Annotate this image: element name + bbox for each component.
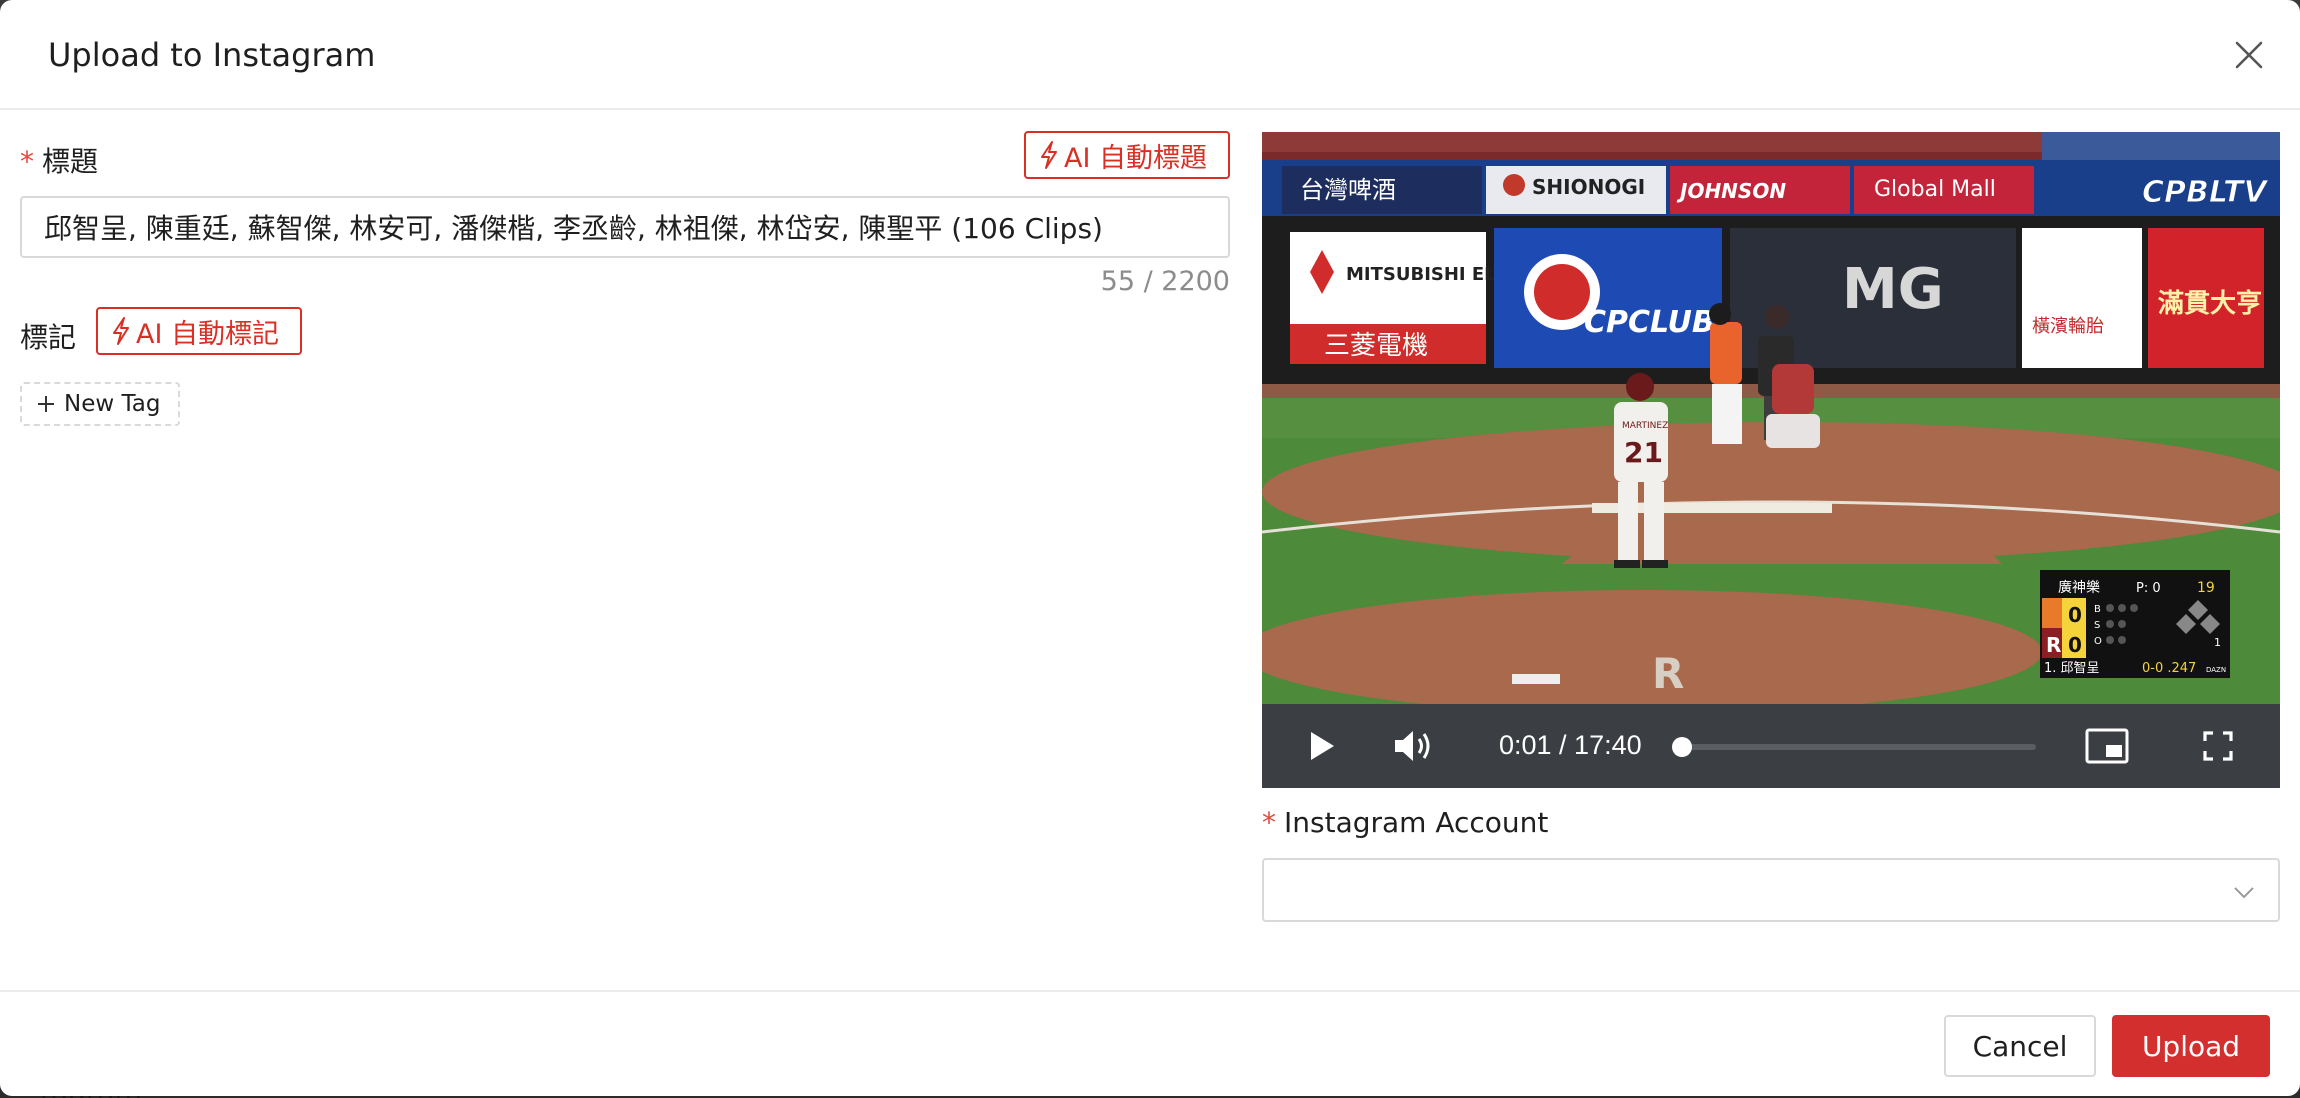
title-char-count: 55 / 2200 (1100, 266, 1230, 297)
required-mark: * (1262, 806, 1276, 839)
title-input[interactable] (20, 196, 1230, 258)
scoreboard-speed: 19 (2197, 580, 2215, 596)
play-icon (1311, 732, 1334, 760)
svg-text:R: R (1652, 649, 1684, 698)
scoreboard-home-abbr: R (2046, 633, 2061, 657)
instagram-account-label-text: Instagram Account (1284, 806, 1549, 839)
ad-johnson: JOHNSON (1676, 179, 1786, 203)
cancel-button[interactable]: Cancel (1944, 1015, 2096, 1077)
scoreboard-pitch-count: P: 0 (2136, 581, 2161, 596)
progress-bar[interactable] (1672, 737, 2036, 757)
scoreboard-score-away: 0 (2068, 603, 2082, 627)
ai-auto-tag-button[interactable]: AI 自動標記 (96, 307, 302, 355)
ad-global-mall: Global Mall (1874, 177, 1996, 202)
svg-text:S: S (2094, 620, 2100, 631)
instagram-account-label: * Instagram Account (1262, 806, 1548, 839)
lightning-icon (1041, 141, 1057, 169)
pitcher-number: 21 (1624, 436, 1663, 469)
scoreboard-batter-line: 0-0 .247 (2142, 661, 2196, 676)
ad-mitsubishi-cn: 三菱電機 (1324, 331, 1428, 361)
ai-auto-title-label: AI 自動標題 (1064, 142, 1208, 174)
progress-thumb[interactable] (1672, 737, 1693, 757)
fullscreen-icon (2203, 731, 2233, 761)
upload-modal: Upload to Instagram *標題 AI 自動標題 55 / 220… (0, 0, 2300, 1096)
title-label-text: 標題 (42, 145, 99, 178)
upload-button[interactable]: Upload (2112, 1015, 2270, 1077)
tags-label: 標記 (20, 321, 77, 354)
scoreboard-team-away: 廣神樂 (2058, 579, 2100, 596)
fullscreen-button[interactable] (2196, 724, 2240, 768)
new-tag-button[interactable]: New Tag (20, 382, 180, 426)
lightning-icon (113, 317, 129, 345)
svg-text:B: B (2094, 604, 2101, 615)
close-icon (2235, 41, 2263, 69)
modal-footer: Cancel Upload (0, 990, 2300, 1096)
required-mark: * (20, 145, 34, 178)
scoreboard-batter: 1. 邱智呈 (2044, 661, 2100, 676)
new-tag-label: New Tag (64, 391, 161, 417)
ai-auto-tag-label: AI 自動標記 (136, 318, 280, 350)
picture-in-picture-button[interactable] (2082, 724, 2132, 768)
ad-yokohama: 橫濱輪胎 (2032, 316, 2104, 337)
ad-cpclub: CPCLUB (1584, 305, 1715, 340)
modal-title: Upload to Instagram (48, 36, 376, 74)
plus-icon (38, 396, 54, 412)
svg-text:O: O (2094, 636, 2102, 647)
channel-logo: CPBLTV (2142, 175, 2269, 210)
scoreboard-broadcaster: DAZN (2206, 666, 2226, 674)
ad-right: 滿貫大亨 (2158, 288, 2262, 319)
ai-auto-title-button[interactable]: AI 自動標題 (1024, 131, 1230, 179)
play-button[interactable] (1300, 724, 1344, 768)
ad-taiwan-beer: 台灣啤酒 (1300, 176, 1396, 204)
ad-mg: MG (1842, 257, 1944, 322)
chevron-down-icon (2234, 887, 2254, 899)
video-controls: 0:01 / 17:40 (1262, 704, 2280, 788)
time-display: 0:01 / 17:40 (1499, 730, 1642, 760)
scoreboard-score-home: 0 (2068, 633, 2082, 657)
video-frame: 台灣啤酒 SHIONOGI JOHNSON Global Mall CPBLTV… (1262, 132, 2280, 704)
modal-header: Upload to Instagram (0, 0, 2300, 110)
scoreboard-outs: 1 (2214, 636, 2221, 649)
ad-shionogi: SHIONOGI (1532, 175, 1645, 199)
instagram-account-select[interactable] (1262, 858, 2280, 922)
title-label: * 標題 (20, 140, 98, 180)
volume-icon (1395, 731, 1430, 761)
scoreboard: 廣神樂 P: 0 19 R 0 0 B S O 1 1. 邱智呈 0-0 .24… (2040, 570, 2230, 678)
volume-button[interactable] (1392, 724, 1436, 768)
picture-in-picture-icon (2085, 728, 2129, 764)
video-player[interactable]: 台灣啤酒 SHIONOGI JOHNSON Global Mall CPBLTV… (1262, 132, 2280, 788)
pitcher-name: MARTINEZ (1622, 421, 1668, 431)
close-button[interactable] (2224, 30, 2274, 80)
